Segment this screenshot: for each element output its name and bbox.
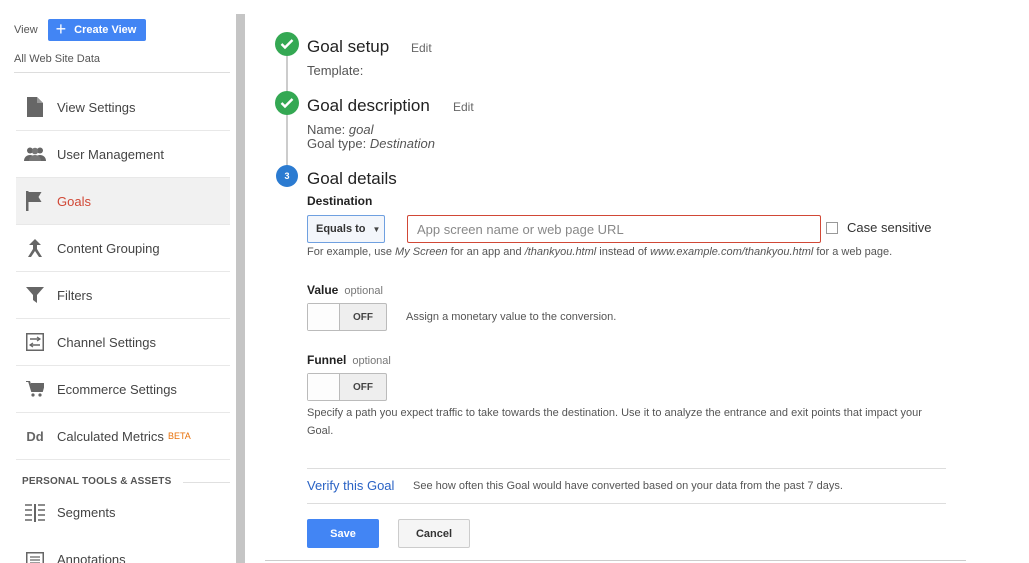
optional-tag: optional [352, 355, 391, 367]
people-icon [23, 142, 47, 166]
sidebar-item-label: Segments [57, 505, 116, 520]
goal-setup-title: Goal setup [307, 37, 390, 56]
channel-settings-icon [23, 330, 47, 354]
admin-sidebar: View + Create View All Web Site Data Vie… [0, 0, 236, 563]
toggle-knob [308, 374, 340, 400]
value-toggle[interactable]: OFF [307, 303, 387, 331]
destination-example-text: For example, use My Screen for an app an… [307, 246, 892, 258]
caret-down-icon: ▼ [372, 224, 381, 234]
sidebar-item-view-settings[interactable]: View Settings [16, 84, 230, 131]
value-label-row: Value optional [307, 283, 383, 297]
example-app: My Screen [395, 246, 448, 258]
example-suffix: for a web page. [813, 246, 893, 258]
match-type-value: Equals to [316, 223, 366, 235]
toggle-knob [308, 304, 340, 330]
funnel-label: Funnel [307, 353, 347, 367]
case-sensitive-row: Case sensitive [826, 220, 932, 235]
verify-goal-link[interactable]: Verify this Goal [307, 478, 394, 493]
example-prefix: For example, use [307, 246, 396, 258]
template-label: Template: [307, 63, 364, 78]
flag-icon [23, 189, 47, 213]
step-connector [286, 56, 288, 176]
cart-icon [23, 377, 47, 401]
sidebar-item-label: Ecommerce Settings [57, 381, 177, 397]
sidebar-item-user-management[interactable]: User Management [16, 131, 230, 178]
content-grouping-icon [23, 236, 47, 260]
divider [183, 482, 230, 483]
step-number-badge: 3 [276, 165, 298, 187]
match-type-dropdown[interactable]: Equals to ▼ [307, 215, 385, 243]
create-view-label: Create View [74, 24, 137, 36]
view-label: View [14, 24, 38, 36]
verify-goal-description: See how often this Goal would have conve… [413, 480, 843, 492]
create-view-button[interactable]: + Create View [47, 19, 146, 41]
goal-description-title: Goal description [307, 96, 430, 115]
goal-name-value: goal [348, 122, 374, 137]
sidebar-item-content-grouping[interactable]: Content Grouping [16, 225, 230, 272]
goal-type-label: Goal type: [307, 136, 367, 151]
value-helper-text: Assign a monetary value to the conversio… [406, 311, 617, 323]
sidebar-item-calculated-metrics[interactable]: Dd Calculated Metrics BETA [16, 413, 230, 460]
funnel-label-row: Funnel optional [307, 353, 391, 367]
goal-setup-edit-link[interactable]: Edit [411, 41, 432, 55]
check-icon [275, 32, 299, 56]
divider [307, 503, 946, 504]
goal-details-title: Goal details [307, 169, 397, 188]
sidebar-item-goals[interactable]: Goals [16, 178, 230, 225]
goal-name-line: Name: goal [307, 122, 374, 137]
file-icon [23, 95, 47, 119]
sidebar-item-label: Goals [57, 193, 91, 209]
case-sensitive-checkbox[interactable] [826, 221, 838, 234]
toggle-state: OFF [353, 311, 373, 323]
goal-editor: Goal setup Edit Template: Goal descripti… [245, 0, 1029, 563]
sidebar-item-annotations[interactable]: Annotations [16, 536, 230, 563]
sidebar-item-segments[interactable]: Segments [16, 489, 230, 536]
toggle-state: OFF [353, 381, 373, 393]
example-mid1: for an app and [447, 246, 525, 258]
goal-name-label: Name: [307, 122, 346, 137]
sidebar-item-label: Filters [57, 287, 93, 303]
sidebar-item-label: Calculated Metrics [57, 428, 164, 444]
save-button[interactable]: Save [307, 519, 379, 548]
funnel-toggle[interactable]: OFF [307, 373, 387, 401]
view-row: View + Create View [14, 19, 146, 41]
example-full-url: www.example.com/thankyou.html [650, 246, 814, 258]
sidebar-item-ecommerce-settings[interactable]: Ecommerce Settings [16, 366, 230, 413]
beta-badge: BETA [167, 431, 191, 441]
goal-type-line: Goal type: Destination [307, 136, 435, 151]
goal-description-edit-link[interactable]: Edit [453, 100, 474, 114]
filter-icon [23, 283, 47, 307]
optional-tag: optional [344, 285, 383, 297]
sidebar-item-channel-settings[interactable]: Channel Settings [16, 319, 230, 366]
segments-icon [23, 501, 47, 525]
funnel-helper-text: Specify a path you expect traffic to tak… [307, 407, 922, 437]
divider [307, 468, 946, 469]
sidebar-item-label: Channel Settings [57, 334, 157, 350]
divider [14, 72, 230, 73]
annotations-icon [23, 548, 47, 563]
sidebar-item-filters[interactable]: Filters [16, 272, 230, 319]
check-icon [275, 91, 299, 115]
destination-url-input[interactable] [407, 215, 821, 243]
example-page: /thankyou.html [524, 246, 597, 258]
case-sensitive-label: Case sensitive [847, 220, 932, 235]
sidebar-item-label: Content Grouping [57, 240, 160, 256]
cancel-button[interactable]: Cancel [398, 519, 470, 548]
value-label: Value [307, 283, 339, 297]
sidebar-item-label: User Management [57, 146, 164, 162]
sidebar-scrollbar[interactable] [236, 14, 245, 563]
sidebar-item-label: View Settings [57, 99, 136, 115]
example-mid2: instead of [596, 246, 651, 258]
destination-label: Destination [307, 194, 373, 208]
divider [265, 560, 966, 561]
view-name[interactable]: All Web Site Data [14, 53, 100, 65]
section-header: PERSONAL TOOLS & ASSETS [22, 476, 172, 487]
dd-icon: Dd [26, 428, 44, 444]
plus-icon: + [55, 19, 67, 39]
sidebar-item-label: Annotations [57, 552, 126, 563]
goal-type-value: Destination [369, 136, 435, 151]
